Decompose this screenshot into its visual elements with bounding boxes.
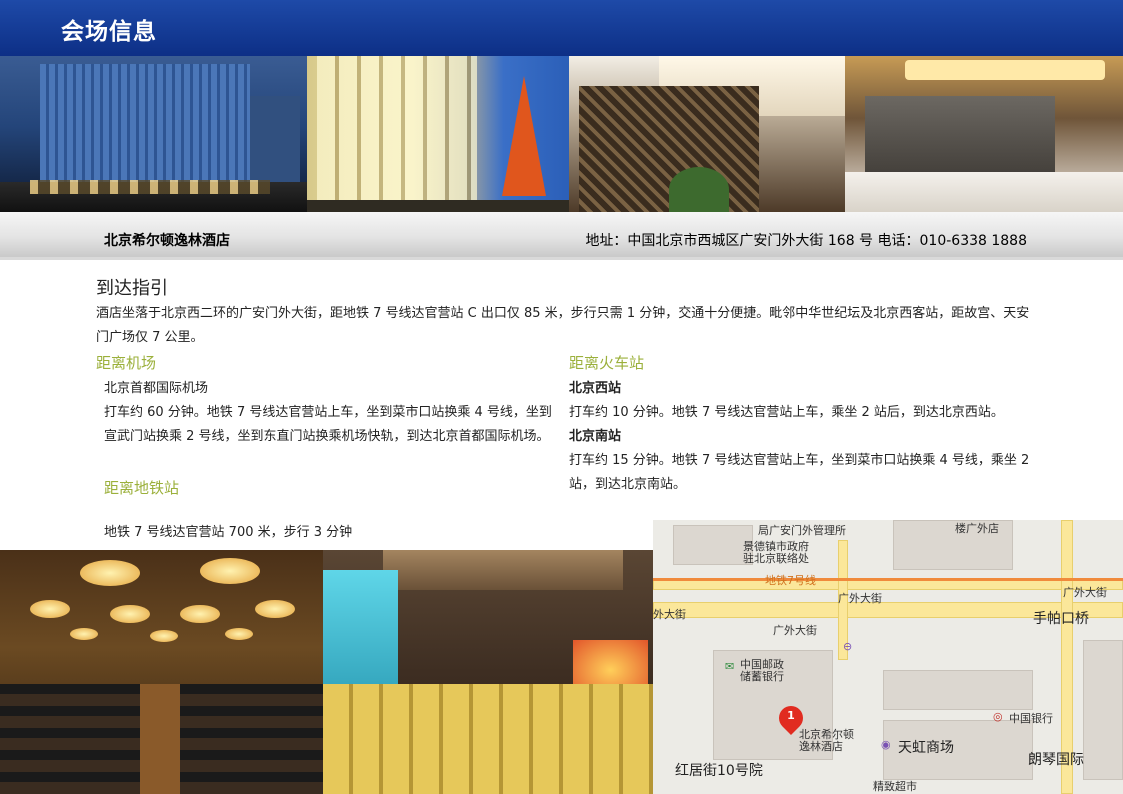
airport-heading: 距离机场 bbox=[96, 354, 157, 372]
pin-number: 1 bbox=[787, 709, 795, 722]
map-label-jingzhi: 精致超市 bbox=[873, 780, 917, 793]
airport-block: 北京首都国际机场 打车约 60 分钟。地铁 7 号线达官营站上车，坐到菜市口站换… bbox=[104, 377, 559, 449]
meeting-room-photo bbox=[323, 550, 653, 794]
metro-station-icon: ⊖ bbox=[843, 640, 853, 653]
hotel-lobby-photo bbox=[569, 56, 845, 212]
chandelier bbox=[150, 630, 178, 642]
photo-sculpture bbox=[502, 76, 546, 196]
map-label-guangwai-right: 广外大街 bbox=[1063, 586, 1107, 599]
subway-heading: 距离地铁站 bbox=[104, 479, 180, 497]
subway-detail: 地铁 7 号线达官营站 700 米，步行 3 分钟 bbox=[104, 525, 353, 540]
map-label-langqin: 朗琴国际 bbox=[1028, 752, 1084, 768]
photo-glass-wall bbox=[317, 56, 477, 212]
map-label-guanli: 局广安门外管理所 bbox=[758, 524, 846, 537]
photo-lamp bbox=[905, 60, 1105, 80]
photo-aisle bbox=[140, 684, 180, 794]
directions-title: 到达指引 bbox=[96, 278, 168, 299]
chandelier bbox=[180, 605, 220, 623]
map-label-louguang: 楼广外店 bbox=[955, 522, 999, 535]
photo-ceiling bbox=[383, 550, 623, 590]
west-station-detail: 打车约 10 分钟。地铁 7 号线达官营站上车，乘坐 2 站后，到达北京西站。 bbox=[569, 405, 1004, 420]
airport-detail: 打车约 60 分钟。地铁 7 号线达官营站上车，坐到菜市口站换乘 4 号线，坐到… bbox=[104, 405, 552, 444]
south-station-name: 北京南站 bbox=[569, 429, 622, 444]
photo-chairs bbox=[323, 684, 653, 794]
map-label-shoupakou: 手帕口桥 bbox=[1033, 611, 1089, 627]
directions-intro: 酒店坐落于北京西二环的广安门外大街，距地铁 7 号线达官营站 C 出口仅 85 … bbox=[96, 306, 1030, 345]
map-building bbox=[883, 670, 1033, 710]
hotel-atrium-photo bbox=[307, 56, 569, 212]
photo-tower-side bbox=[250, 96, 300, 186]
map-label-guangwai-top: 广外大街 bbox=[838, 592, 882, 605]
photo-tower bbox=[40, 64, 250, 184]
map-label-hotel-line2: 逸林酒店 bbox=[799, 740, 843, 753]
chandelier bbox=[225, 628, 253, 640]
hotel-info-bar: 北京希尔顿逸林酒店 地址：中国北京市西城区广安门外大街 168 号 电话：010… bbox=[0, 212, 1123, 260]
map-building bbox=[673, 525, 753, 565]
bank-icon: ◎ bbox=[993, 710, 1003, 723]
page-title: 会场信息 bbox=[61, 19, 157, 45]
hotel-address-phone: 地址：中国北京市西城区广安门外大街 168 号 电话：010-6338 1888 bbox=[585, 233, 1027, 249]
ballroom-photo bbox=[0, 550, 323, 794]
map-label-zhubei: 驻北京联络处 bbox=[743, 552, 809, 565]
chandelier bbox=[80, 560, 140, 586]
west-station-name: 北京西站 bbox=[569, 381, 622, 396]
map-label-chuxu: 储蓄银行 bbox=[740, 670, 784, 683]
location-map[interactable]: 局广安门外管理所 楼广外店 景德镇市政府 驻北京联络处 地铁7号线 广外大街 广… bbox=[653, 520, 1123, 794]
map-label-metro: 地铁7号线 bbox=[765, 574, 816, 587]
map-label-guangwai-mid: 广外大街 bbox=[773, 624, 817, 637]
chandelier bbox=[70, 628, 98, 640]
photo-floor bbox=[307, 200, 569, 212]
hotel-reception-photo bbox=[845, 56, 1123, 212]
map-metro-line-7 bbox=[653, 578, 1123, 581]
south-station-detail: 打车约 15 分钟。地铁 7 号线达官营站上车，坐到菜市口站换乘 4 号线，乘坐… bbox=[569, 453, 1030, 492]
photo-lights bbox=[30, 180, 270, 194]
chandelier bbox=[30, 600, 70, 618]
map-label-waidajie: 外大街 bbox=[653, 608, 686, 621]
map-building bbox=[1083, 640, 1123, 780]
photo-reception-desk bbox=[845, 172, 1123, 212]
chandelier bbox=[200, 558, 260, 584]
hotel-exterior-photo bbox=[0, 56, 307, 212]
map-label-bank: 中国银行 bbox=[1009, 712, 1053, 725]
hotel-photo-strip bbox=[0, 56, 1123, 212]
train-heading: 距离火车站 bbox=[569, 354, 645, 372]
train-block: 北京西站 打车约 10 分钟。地铁 7 号线达官营站上车，乘坐 2 站后，到达北… bbox=[569, 377, 1031, 497]
photo-plant bbox=[669, 167, 729, 212]
hotel-name: 北京希尔顿逸林酒店 bbox=[104, 233, 230, 249]
chandelier bbox=[255, 600, 295, 618]
post-office-icon: ✉ bbox=[725, 660, 735, 673]
mall-icon: ◉ bbox=[881, 738, 891, 751]
map-label-hongju: 红居街10号院 bbox=[675, 763, 763, 779]
airport-name: 北京首都国际机场 bbox=[104, 381, 209, 396]
map-label-tianhong: 天虹商场 bbox=[898, 740, 954, 756]
page-header: 会场信息 bbox=[0, 0, 1123, 56]
directions-section: 到达指引 酒店坐落于北京西二环的广安门外大街，距地铁 7 号线达官营站 C 出口… bbox=[0, 260, 1123, 550]
chandelier bbox=[110, 605, 150, 623]
